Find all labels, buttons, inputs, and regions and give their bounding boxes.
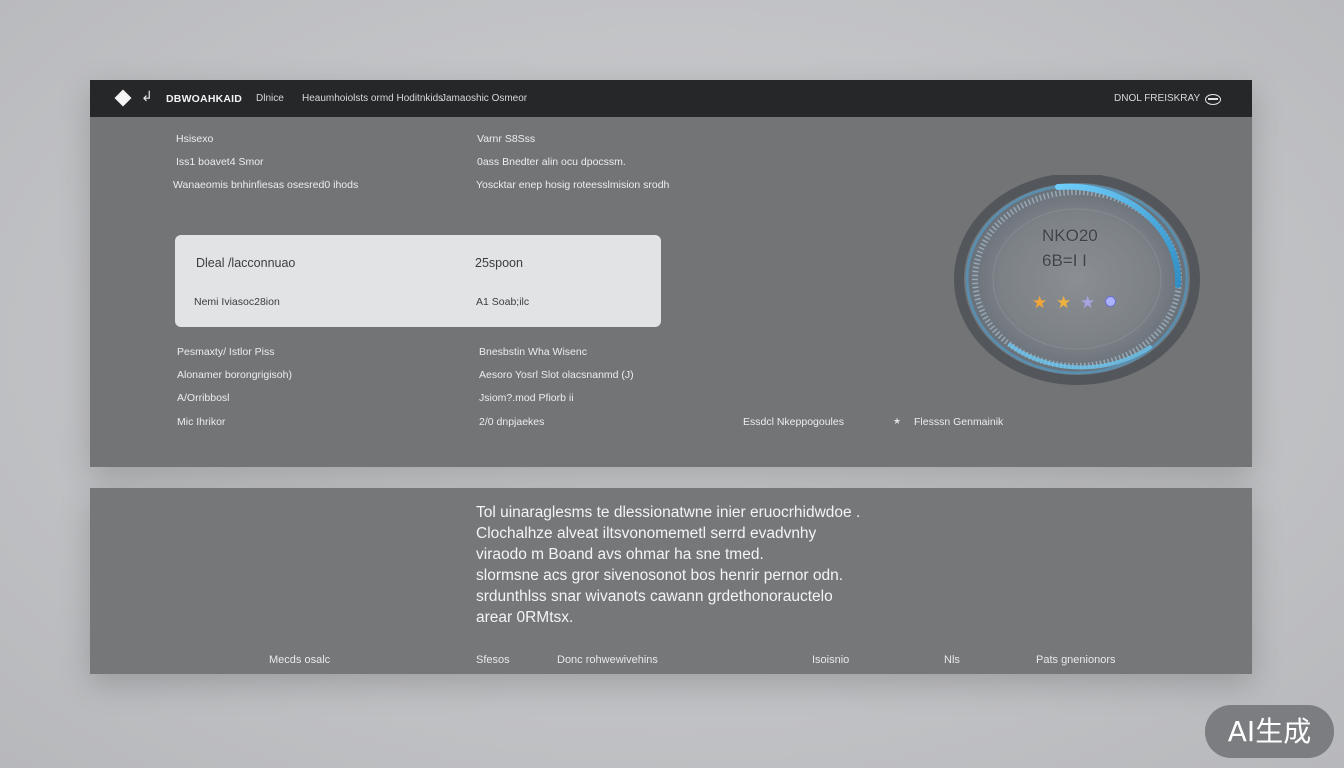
dial-value-1: NKO20 xyxy=(1042,226,1098,245)
menu-item-3[interactable]: Jamaoshic Osmeor xyxy=(441,93,527,104)
card-value-1: 25spoon xyxy=(475,256,523,270)
account-label[interactable]: DNOL FREISKRAY xyxy=(1114,93,1200,104)
ai-generated-watermark: AI生成 xyxy=(1205,705,1334,758)
lower-left-2: Alonamer borongrigisoh) xyxy=(177,369,292,381)
dial-value-2: 6B=I I xyxy=(1042,251,1087,270)
footer-item-3[interactable]: Donc rohwewivehins xyxy=(557,654,658,666)
footer-item-2[interactable]: Sfesos xyxy=(476,654,510,666)
description-line-3: viraodo m Boand avs ohmar ha sne tmed. xyxy=(476,546,764,563)
menu-item-1[interactable]: Dlnice xyxy=(256,93,284,104)
main-window: ↲ DBWOAHKAID Dlnice Heaumhoiolsts ormd H… xyxy=(90,80,1252,467)
settings-ring-icon[interactable] xyxy=(1205,94,1221,105)
app-brand: DBWOAHKAID xyxy=(166,93,243,105)
lower-left-1: Pesmaxty/ Istlor Piss xyxy=(177,346,275,358)
dial-graphic xyxy=(954,175,1200,385)
rating-star-1-icon: ★ xyxy=(1032,293,1050,312)
description-line-2: Clochalhze alveat iltsvonomemetl serrd e… xyxy=(476,525,817,542)
diamond-logo-icon xyxy=(114,89,132,107)
description-line-4: slormsne acs gror sivenosonot bos henrir… xyxy=(476,567,844,584)
menu-item-2[interactable]: Heaumhoiolsts ormd Hoditnkids xyxy=(302,93,443,104)
footer-item-4[interactable]: Isoisnio xyxy=(812,654,849,666)
score-dial: NKO20 6B=I I ★ ★ ★ xyxy=(950,175,1200,385)
lower-right-4: 2/0 dnpjaekes xyxy=(479,416,545,428)
lower-left-3: A/Orribbosl xyxy=(177,392,230,404)
info-left-2: Iss1 boavet4 Smor xyxy=(176,156,264,168)
star-icon: ★ xyxy=(893,416,902,426)
description-panel: Tol uinaraglesms te dlessionatwne inier … xyxy=(90,488,1252,674)
info-right-1: Varnr S8Sss xyxy=(477,133,536,145)
lower-right-2: Aesoro Yosrl Slot olacsnanmd (J) xyxy=(479,369,634,381)
description-text: Tol uinaraglesms te dlessionatwne inier … xyxy=(476,502,896,628)
back-hook-icon[interactable]: ↲ xyxy=(141,89,153,103)
rating-dot-icon xyxy=(1104,296,1116,307)
card-value-2: A1 Soab;ilc xyxy=(476,296,530,308)
status-right[interactable]: Flesssn Genmainik xyxy=(914,416,1003,428)
description-line-5: srdunthlss snar wivanots cawann grdethon… xyxy=(476,588,833,605)
info-left-1: Hsisexo xyxy=(176,133,214,145)
info-right-2: 0ass Bnedter alin ocu dpocssm. xyxy=(477,156,626,168)
footer-item-6[interactable]: Pats gnenionors xyxy=(1036,654,1116,666)
rating-star-3-icon: ★ xyxy=(1079,293,1098,312)
description-line-6: arear 0RMtsx. xyxy=(476,609,574,626)
footer-item-1[interactable]: Mecds osalc xyxy=(269,654,330,666)
info-left-3: Wanaeomis bnhinfiesas osesred0 ihods xyxy=(173,179,359,191)
info-right-3: Yoscktar enep hosig roteesslmision srodh xyxy=(476,179,670,191)
rating-star-2-icon: ★ xyxy=(1055,293,1074,312)
lower-right-3: Jsiom?.mod Pfiorb ii xyxy=(479,392,574,404)
lower-right-1: Bnesbstin Wha Wisenc xyxy=(479,346,587,358)
detail-card[interactable]: Dleal /lacconnuao 25spoon Nemi Iviasoc28… xyxy=(175,235,661,327)
footer-item-5[interactable]: Nls xyxy=(944,654,960,666)
rating-stars: ★ ★ ★ xyxy=(1032,293,1116,313)
card-label-2: Nemi Iviasoc28ion xyxy=(194,296,280,308)
lower-left-4: Mic Ihrikor xyxy=(177,416,226,428)
card-label-1: Dleal /lacconnuao xyxy=(196,256,296,270)
status-left: Essdcl Nkeppogoules xyxy=(743,416,844,428)
description-line-1: Tol uinaraglesms te dlessionatwne inier … xyxy=(476,504,861,521)
title-bar: ↲ DBWOAHKAID Dlnice Heaumhoiolsts ormd H… xyxy=(90,80,1252,117)
